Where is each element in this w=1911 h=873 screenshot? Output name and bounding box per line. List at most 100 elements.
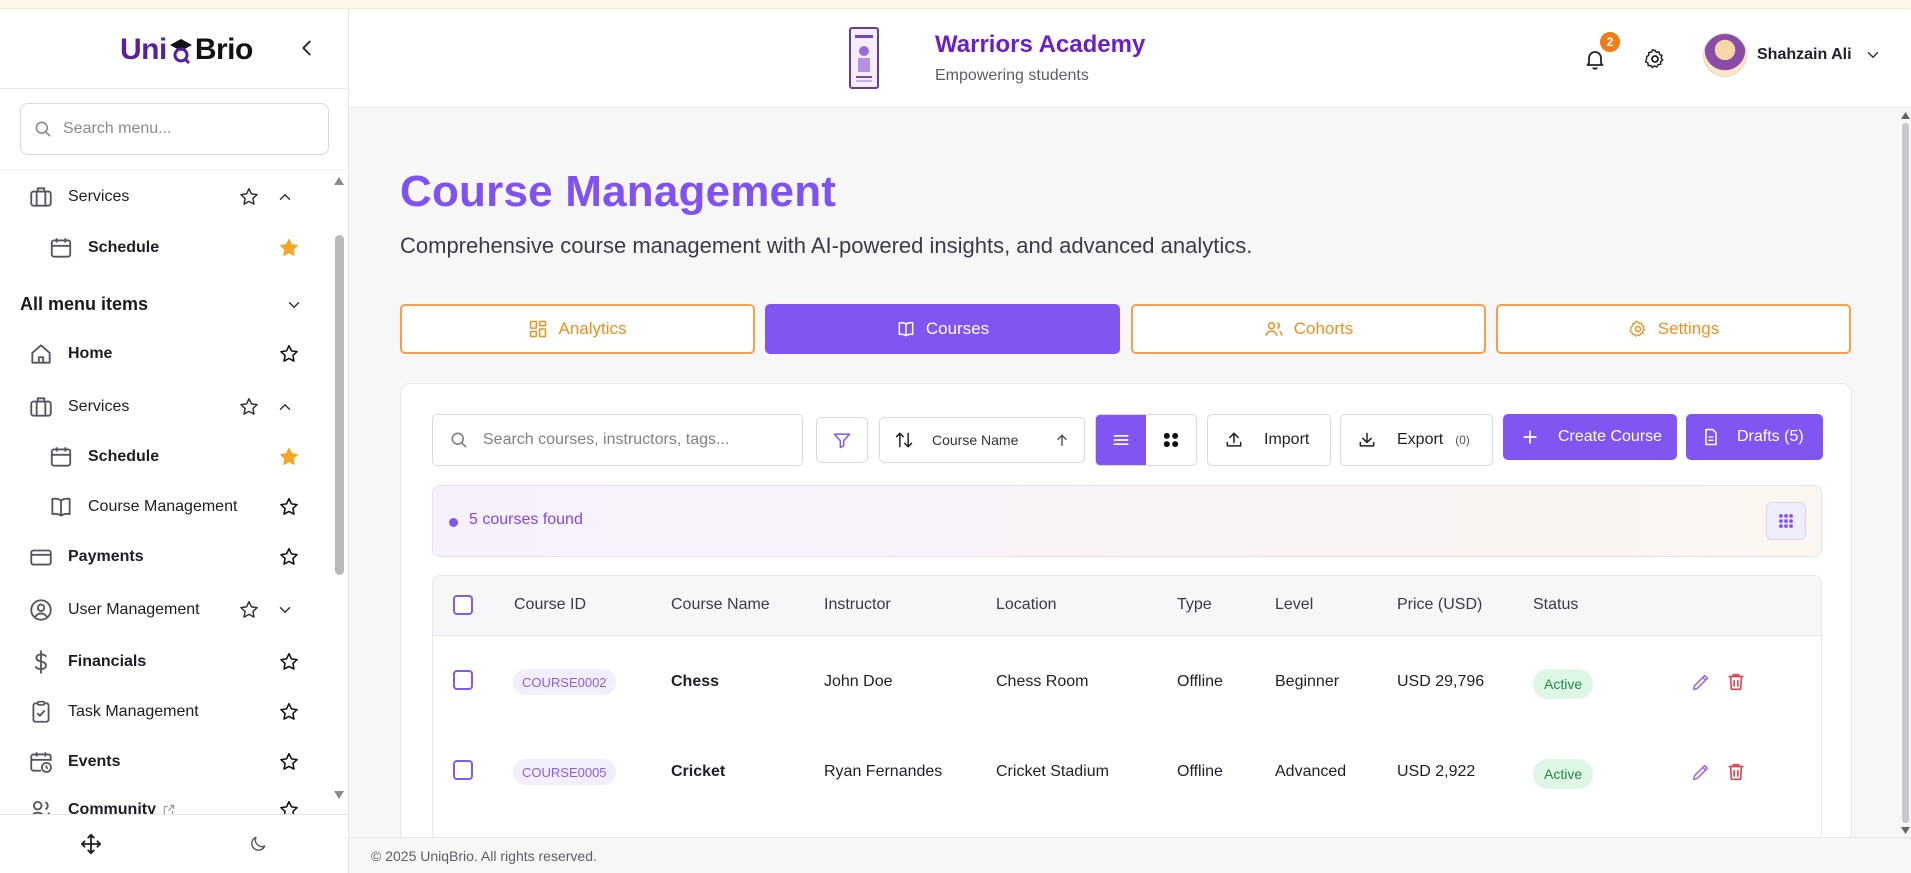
fav-item-services[interactable]: Services: [28, 184, 129, 210]
users-icon: [32, 800, 51, 814]
trash-icon[interactable]: [1725, 761, 1747, 783]
location: Cricket Stadium: [996, 763, 1109, 780]
sort-button[interactable]: Course Name: [879, 417, 1085, 463]
academy-logo-image: [855, 35, 873, 82]
gear-icon[interactable]: [1643, 47, 1667, 71]
sidebar-item-task-management[interactable]: Task Management: [28, 699, 199, 725]
edit-icon[interactable]: [1690, 761, 1712, 783]
column-header[interactable]: Price (USD): [1397, 596, 1482, 614]
chevron-up-icon[interactable]: [276, 188, 294, 206]
star-outline-icon[interactable]: [278, 343, 300, 365]
collapse-sidebar-icon[interactable]: [296, 37, 318, 59]
sidebar-item-course-management[interactable]: Course Management: [48, 494, 237, 520]
tab-settings[interactable]: Settings: [1496, 304, 1851, 354]
drafts-button[interactable]: Drafts (5): [1686, 414, 1823, 460]
book-open-icon: [898, 321, 914, 337]
all-menu-items-title: All menu items: [20, 294, 149, 314]
chevron-up-icon[interactable]: [276, 398, 294, 416]
menu-search-input[interactable]: [63, 120, 313, 138]
calendar-clock-icon: [30, 752, 52, 773]
upload-icon: [1226, 432, 1242, 447]
row-checkbox[interactable]: [453, 670, 473, 690]
graduation-cap-icon: [169, 39, 192, 64]
star-filled-icon[interactable]: [278, 446, 300, 468]
sidebar-item-financials[interactable]: Financials: [28, 649, 146, 675]
card-view-button[interactable]: [1146, 415, 1196, 465]
tab-courses[interactable]: Courses: [765, 304, 1120, 354]
briefcase-icon: [30, 187, 52, 207]
brand-area: Uni Brio: [0, 9, 349, 89]
credit-card-icon: [30, 549, 52, 566]
notification-badge: 2: [1598, 30, 1622, 54]
course-search-input[interactable]: [483, 431, 793, 449]
download-icon: [1359, 432, 1375, 447]
uniqbrio-logo[interactable]: Uni Brio: [120, 33, 253, 67]
export-button[interactable]: Export (0): [1340, 414, 1493, 466]
top-banner-strip: [0, 0, 1911, 9]
column-settings-button[interactable]: [1766, 502, 1806, 540]
chevron-down-icon[interactable]: [285, 296, 303, 314]
select-all-checkbox[interactable]: [453, 595, 473, 615]
filter-button[interactable]: [816, 417, 868, 463]
tab-cohorts[interactable]: Cohorts: [1131, 304, 1486, 354]
column-header[interactable]: Level: [1275, 596, 1313, 614]
grid-dots-icon: [1163, 432, 1179, 448]
user-menu[interactable]: Shahzain Ali: [1703, 33, 1882, 77]
moon-icon[interactable]: [248, 834, 268, 854]
main-content: Course Management Comprehensive course m…: [349, 109, 1911, 837]
star-outline-icon[interactable]: [278, 546, 300, 568]
star-outline-icon[interactable]: [238, 396, 260, 418]
status-badge: Active: [1533, 669, 1594, 699]
table-row[interactable]: COURSE0005 Cricket Ryan Fernandes Cricke…: [433, 726, 1821, 816]
sidebar-item-events[interactable]: Events: [28, 749, 120, 775]
sidebar-item-payments[interactable]: Payments: [28, 544, 144, 570]
trash-icon[interactable]: [1725, 671, 1747, 693]
sort-arrows-icon: [895, 432, 913, 448]
star-outline-icon[interactable]: [278, 701, 300, 723]
arrow-up-icon[interactable]: [1054, 432, 1070, 448]
sidebar: Uni Brio Services Schedule All menu item…: [0, 9, 349, 873]
tab-analytics[interactable]: Analytics: [400, 304, 755, 354]
table-header: Course ID Course Name Instructor Locatio…: [433, 576, 1821, 636]
sidebar-item-home[interactable]: Home: [28, 341, 112, 367]
course-id-pill: COURSE0005: [513, 759, 616, 785]
chevron-down-icon[interactable]: [276, 601, 294, 619]
sidebar-item-services[interactable]: Services: [28, 394, 129, 420]
column-header[interactable]: Course Name: [671, 596, 770, 614]
level: Advanced: [1275, 763, 1347, 780]
edit-icon[interactable]: [1690, 671, 1712, 693]
star-outline-icon[interactable]: [278, 799, 300, 814]
fav-item-schedule[interactable]: Schedule: [48, 235, 159, 261]
row-checkbox[interactable]: [453, 760, 473, 780]
star-outline-icon[interactable]: [238, 599, 260, 621]
course-search-box: [432, 414, 803, 466]
column-header[interactable]: Instructor: [824, 596, 891, 614]
sidebar-item-user-management[interactable]: User Management: [28, 597, 200, 623]
create-course-button[interactable]: Create Course: [1503, 414, 1677, 460]
page-title: Course Management: [400, 167, 837, 216]
sidebar-item-community[interactable]: Community: [28, 797, 176, 814]
move-icon[interactable]: [80, 833, 102, 855]
copyright-text: © 2025 UniqBrio. All rights reserved.: [371, 848, 597, 864]
column-header[interactable]: Course ID: [514, 596, 586, 614]
table-row[interactable]: COURSE0002 Chess John Doe Chess Room Off…: [433, 636, 1821, 726]
star-outline-icon[interactable]: [278, 651, 300, 673]
export-count: (0): [1455, 433, 1470, 447]
column-header[interactable]: Status: [1533, 596, 1578, 614]
star-outline-icon[interactable]: [278, 751, 300, 773]
sidebar-item-schedule[interactable]: Schedule: [48, 444, 159, 470]
main-scrollbar[interactable]: [1900, 109, 1911, 837]
column-header[interactable]: Location: [996, 596, 1057, 614]
star-outline-icon[interactable]: [238, 186, 260, 208]
level: Beginner: [1275, 673, 1340, 690]
course-name: Chess: [671, 673, 720, 690]
sidebar-scroll-thumb[interactable]: [335, 235, 344, 575]
column-header[interactable]: Type: [1177, 596, 1212, 614]
home-icon: [31, 344, 51, 364]
star-outline-icon[interactable]: [278, 496, 300, 518]
courses-table: Course ID Course Name Instructor Locatio…: [432, 575, 1822, 837]
list-view-button[interactable]: [1096, 415, 1146, 465]
chevron-down-icon: [1867, 52, 1878, 59]
star-filled-icon[interactable]: [278, 237, 300, 259]
import-button[interactable]: Import: [1207, 414, 1331, 466]
